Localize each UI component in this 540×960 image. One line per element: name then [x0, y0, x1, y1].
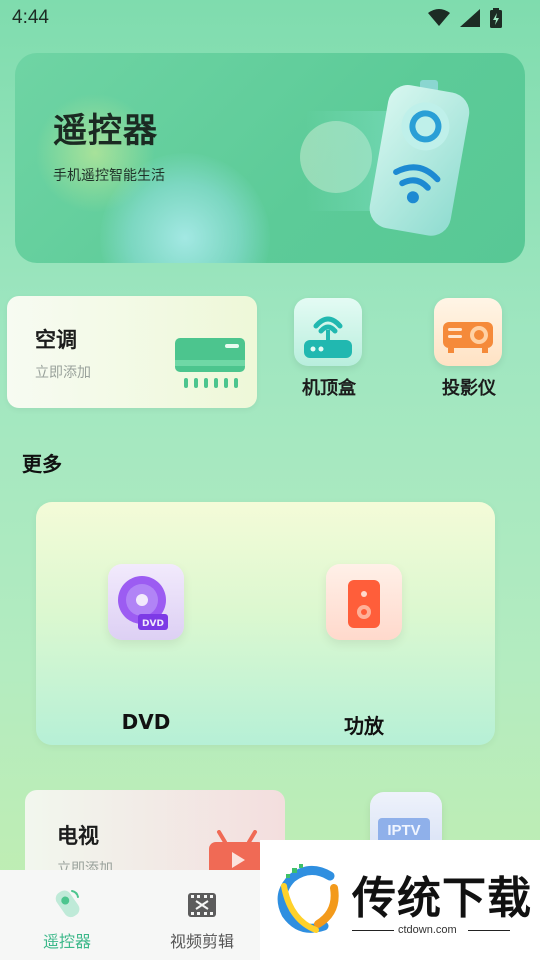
dvd-icon: DVD — [108, 564, 184, 640]
speaker-icon — [326, 564, 402, 640]
nav-label-video-edit: 视频剪辑 — [169, 932, 234, 951]
watermark-divider — [468, 930, 510, 931]
signal-icon — [460, 9, 480, 27]
set-top-box-icon — [294, 298, 362, 366]
amplifier-label: 功放 — [344, 714, 384, 738]
set-top-box-label: 机顶盒 — [302, 378, 356, 399]
banner-title: 遥控器 — [53, 111, 158, 151]
ac-subtitle: 立即添加 — [35, 365, 91, 381]
nav-item-video-edit[interactable]: 视频剪辑 — [137, 870, 267, 960]
dvd-label: DVD — [121, 710, 171, 734]
projector-icon — [434, 298, 502, 366]
banner-subtitle: 手机遥控智能生活 — [53, 168, 165, 184]
status-icons — [428, 8, 502, 28]
watermark-url: ctdown.com — [398, 924, 457, 936]
status-time: 4:44 — [12, 7, 49, 28]
ac-card[interactable]: 空调 立即添加 — [7, 296, 257, 408]
wifi-icon — [428, 9, 450, 26]
watermark-logo: 传统下载 ctdown.com — [260, 840, 540, 960]
video-edit-icon — [188, 893, 216, 917]
battery-icon — [490, 8, 502, 28]
dvd-tile[interactable]: DVD DVD — [96, 560, 196, 734]
nav-item-remote[interactable]: 遥控器 — [2, 870, 132, 960]
projector-tile[interactable]: 投影仪 — [424, 296, 514, 404]
watermark-divider — [352, 930, 394, 931]
projector-label: 投影仪 — [442, 378, 496, 399]
air-conditioner-icon — [175, 338, 245, 388]
watermark-emblem-icon — [277, 864, 339, 933]
ac-title: 空调 — [35, 328, 77, 352]
set-top-box-tile[interactable]: 机顶盒 — [284, 296, 374, 404]
watermark-text: 传统下载 — [352, 873, 532, 924]
nav-label-remote: 遥控器 — [42, 932, 91, 951]
amplifier-tile[interactable]: 功放 — [314, 560, 414, 738]
remote-nav-icon — [55, 890, 80, 918]
more-card: DVD DVD 功放 — [36, 502, 495, 745]
hero-banner[interactable]: 遥控器 手机遥控智能生活 — [15, 53, 525, 263]
svg-text:DVD: DVD — [142, 619, 164, 629]
tv-title: 电视 — [57, 824, 99, 848]
remote-illustration-icon — [369, 80, 470, 236]
status-bar: 4:44 — [0, 0, 540, 36]
more-section-title: 更多 — [22, 452, 62, 476]
